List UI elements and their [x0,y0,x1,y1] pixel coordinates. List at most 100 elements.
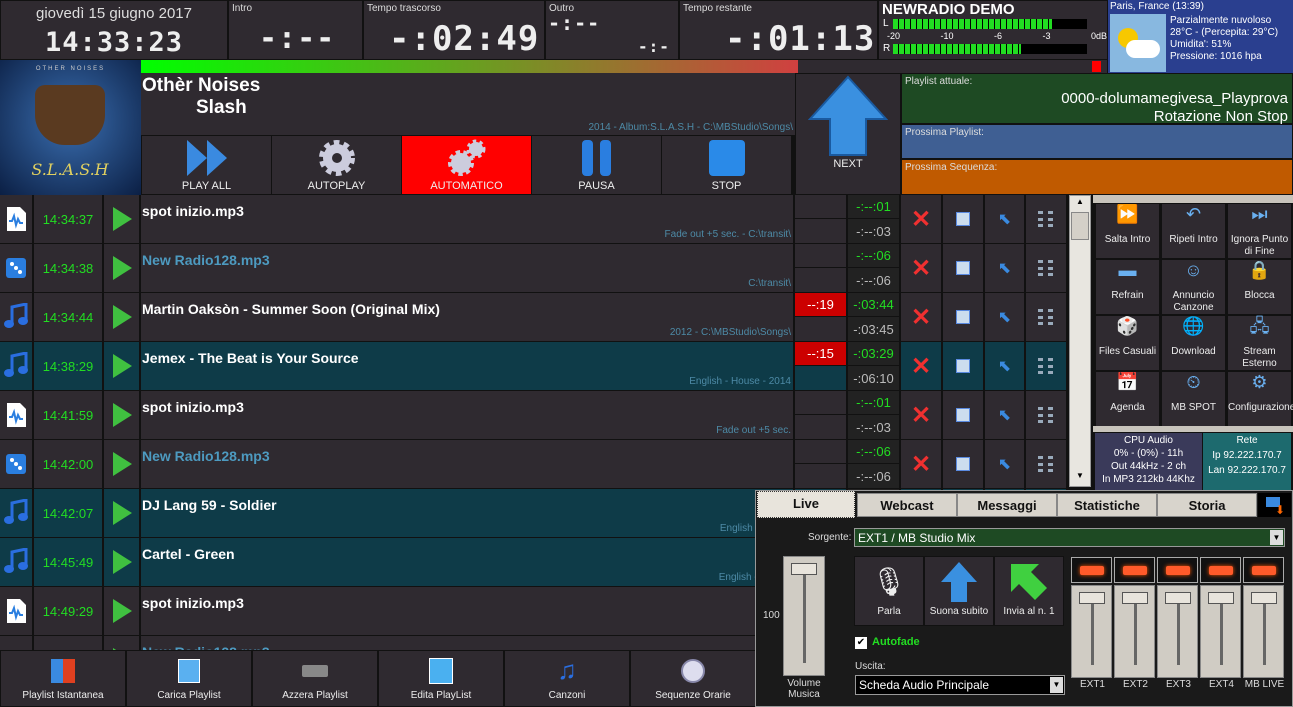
playlist-row[interactable]: 14:41:59 spot inizio.mp3 Fade out +5 sec… [0,391,1068,440]
delete-icon[interactable]: ✕ [901,195,943,243]
channel-on-air-led[interactable] [1200,557,1241,583]
channel-fader[interactable] [1114,585,1155,678]
live-invia-al-n-1-button[interactable]: Invia al n. 1 [994,556,1064,626]
delete-icon[interactable]: ✕ [901,342,943,390]
move-to-top-icon[interactable]: ⬉ [985,391,1026,439]
source-select[interactable]: EXT1 / MB Studio Mix ▼ [854,528,1285,547]
partly-cloudy-icon [1110,14,1166,72]
tab-messaggi[interactable]: Messaggi [957,493,1057,517]
scroll-down-icon[interactable]: ▼ [1071,471,1089,485]
tab-live[interactable]: Live [757,491,855,518]
play-icon[interactable] [104,489,141,537]
scrollbar-thumb[interactable] [1071,212,1089,240]
playlist-row[interactable]: 14:34:38 New Radio128.mp3 C:\transit\ -:… [0,244,1068,293]
channel-fader[interactable] [1157,585,1198,678]
pause-icon [580,136,614,180]
end-marker [1092,61,1101,72]
move-to-top-icon[interactable]: ⬉ [985,440,1026,488]
stop-after-icon[interactable] [943,195,985,243]
action-repeat-intro-button[interactable]: ↶ Ripeti Intro [1161,203,1226,259]
action-ignore-end-button[interactable]: ⏭ Ignora Punto di Fine [1227,203,1292,259]
move-to-top-icon[interactable]: ⬉ [985,244,1026,292]
stop-after-icon[interactable] [943,440,985,488]
delete-icon[interactable]: ✕ [901,244,943,292]
stop-after-icon[interactable] [943,342,985,390]
play-icon[interactable] [104,391,141,439]
mixer-icon[interactable] [1026,440,1068,488]
scroll-up-icon[interactable]: ▲ [1071,197,1089,211]
delete-icon[interactable]: ✕ [901,391,943,439]
pausa-button[interactable]: PAUSA [531,135,662,195]
channel-fader[interactable] [1200,585,1241,678]
track-progress-bar[interactable] [141,60,1107,73]
playlist-scrollbar[interactable]: ▲ ▼ [1069,195,1091,487]
stop-after-icon[interactable] [943,293,985,341]
stop-after-icon[interactable] [943,391,985,439]
automatico-button[interactable]: AUTOMATICO [401,135,532,195]
toolbar-label: Canzoni [548,690,586,701]
play-all-button[interactable]: PLAY ALL [141,135,272,195]
autoplay-button[interactable]: AUTOPLAY [271,135,402,195]
action-download-button[interactable]: 🌐 Download [1161,315,1226,371]
play-icon[interactable] [104,195,141,243]
play-icon[interactable] [104,342,141,390]
channel-on-air-led[interactable] [1071,557,1112,583]
action-agenda-button[interactable]: 📅 Agenda [1095,371,1160,427]
live-suona-subito-button[interactable]: Suona subito [924,556,994,626]
mixer-icon[interactable] [1026,244,1068,292]
toolbar-songs-button[interactable]: ♫ Canzoni [504,650,630,707]
action-stream-button[interactable]: 🖧 Stream Esterno [1227,315,1292,371]
toolbar-load-playlist-button[interactable]: Carica Playlist [126,650,252,707]
playlist-row[interactable]: 14:38:29 Jemex - The Beat is Your Source… [0,342,1068,391]
play-icon[interactable] [104,440,141,488]
output-select[interactable]: Scheda Audio Principale ▼ [855,675,1065,695]
next-button[interactable]: NEXT [795,73,901,195]
mixer-icon[interactable] [1026,293,1068,341]
toolbar-instant-playlist-button[interactable]: Playlist Istantanea [0,650,126,707]
delete-icon[interactable]: ✕ [901,440,943,488]
action-settings-button[interactable]: ⚙ Configurazione [1227,371,1293,427]
mixer-icon[interactable] [1026,195,1068,243]
output-label: Uscita: [855,661,886,672]
delete-icon[interactable]: ✕ [901,293,943,341]
undock-icon[interactable]: ⬇ [1258,493,1291,517]
action-lock-button[interactable]: 🔒 Blocca [1227,259,1292,315]
repeat-intro-icon: ↶ [1185,204,1202,224]
autofade-checkbox[interactable]: ✔ [855,637,867,649]
play-icon[interactable] [104,293,141,341]
action-skip-intro-button[interactable]: ⏩ Salta Intro [1095,203,1160,259]
album-art: OTHER NOISES S.L.A.S.H [0,60,141,195]
action-mb-spot-button[interactable]: ⏲ MB SPOT [1161,371,1226,427]
channel-fader[interactable] [1243,585,1284,678]
action-announce-button[interactable]: ☺ Annuncio Canzone [1161,259,1226,315]
tab-statistiche[interactable]: Statistiche [1057,493,1157,517]
tab-storia[interactable]: Storia [1157,493,1257,517]
play-icon[interactable] [104,587,141,635]
chevron-down-icon[interactable]: ▼ [1050,677,1063,693]
action-refrain-button[interactable]: ▬ Refrain [1095,259,1160,315]
playlist-row[interactable]: 14:34:37 spot inizio.mp3 Fade out +5 sec… [0,195,1068,244]
chevron-down-icon[interactable]: ▼ [1270,530,1283,545]
channel-on-air-led[interactable] [1157,557,1198,583]
action-random-files-button[interactable]: 🎲 Files Casuali [1095,315,1160,371]
tab-webcast[interactable]: Webcast [857,493,957,517]
channel-on-air-led[interactable] [1114,557,1155,583]
channel-on-air-led[interactable] [1243,557,1284,583]
move-to-top-icon[interactable]: ⬉ [985,195,1026,243]
mixer-icon[interactable] [1026,391,1068,439]
live-parla-button[interactable]: 🎙 Parla [854,556,924,626]
move-to-top-icon[interactable]: ⬉ [985,342,1026,390]
volume-music-slider[interactable] [783,556,825,676]
move-to-top-icon[interactable]: ⬉ [985,293,1026,341]
playlist-row[interactable]: 14:34:44 Martin Oaksòn - Summer Soon (Or… [0,293,1068,342]
play-icon[interactable] [104,244,141,292]
toolbar-edit-playlist-button[interactable]: Edita PlayList [378,650,504,707]
mixer-icon[interactable] [1026,342,1068,390]
playlist-row[interactable]: 14:42:00 New Radio128.mp3 -:--:06 -:--:0… [0,440,1068,489]
channel-fader[interactable] [1071,585,1112,678]
toolbar-clock-button[interactable]: Sequenze Orarie [630,650,756,707]
stop-button[interactable]: STOP [661,135,792,195]
stop-after-icon[interactable] [943,244,985,292]
toolbar-clear-playlist-button[interactable]: Azzera Playlist [252,650,378,707]
play-icon[interactable] [104,538,141,586]
